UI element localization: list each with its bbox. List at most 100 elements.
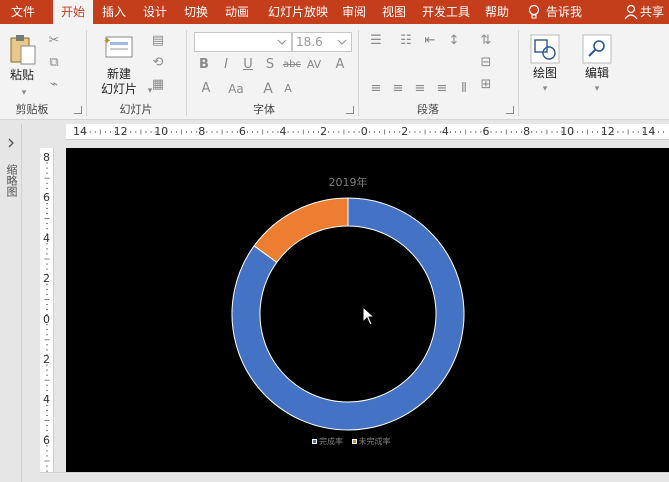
menu-animations[interactable]: 动画 — [219, 0, 255, 24]
copy-icon[interactable]: ⧉ — [44, 54, 64, 72]
change-case-icon[interactable]: Aa — [226, 80, 246, 98]
slide-canvas[interactable]: 2019年 完成率 未完成率 — [66, 148, 669, 482]
chevron-down-icon — [277, 39, 287, 45]
clipboard-launcher-icon[interactable] — [74, 106, 82, 114]
editing-dropdown-icon[interactable]: ▾ — [587, 80, 607, 98]
font-color-icon[interactable]: A — [196, 80, 216, 98]
drawing-shapes-icon[interactable] — [530, 34, 560, 64]
legend-swatch — [312, 439, 317, 444]
align-left-icon[interactable]: ≡ — [366, 80, 386, 98]
font-name-dropdown[interactable] — [194, 32, 292, 52]
new-slide-label-line1[interactable]: 新建 — [96, 67, 142, 82]
numbering-icon[interactable]: ☷ — [396, 32, 416, 50]
user-icon[interactable] — [624, 4, 638, 20]
ruler-label: 2 — [43, 272, 50, 286]
decrease-font-icon[interactable]: A — [278, 80, 298, 98]
cut-icon[interactable]: ✂ — [44, 32, 64, 50]
menu-help[interactable]: 帮助 — [480, 0, 514, 24]
text-direction-icon[interactable]: ⇅ — [476, 32, 496, 50]
paste-button[interactable]: 粘贴 — [4, 68, 40, 83]
font-launcher-icon[interactable] — [346, 106, 354, 114]
ruler-label: 6 — [238, 125, 246, 138]
lightbulb-icon[interactable] — [528, 4, 540, 20]
line-spacing-icon[interactable]: ↕ — [444, 32, 464, 50]
ruler-label: 4 — [279, 125, 287, 138]
ruler-label: 12 — [600, 125, 615, 138]
menu-developer[interactable]: 开发工具 — [418, 0, 474, 24]
ruler-label: 6 — [43, 191, 50, 205]
new-slide-label-line2[interactable]: 幻灯片 — [93, 82, 145, 97]
bullets-icon[interactable]: ☰ — [366, 32, 386, 50]
menu-slideshow[interactable]: 幻灯片放映 — [262, 0, 334, 24]
smartart-icon[interactable]: ⊞ — [476, 76, 496, 94]
clear-format-icon[interactable]: A — [330, 56, 350, 74]
menu-design[interactable]: 设计 — [137, 0, 173, 24]
legend-swatch — [351, 439, 357, 444]
decrease-indent-icon[interactable]: ⇤ — [420, 32, 440, 50]
menu-home[interactable]: 开始 — [53, 0, 93, 24]
paragraph-launcher-icon[interactable] — [506, 106, 514, 114]
ruler-label: 4 — [43, 393, 50, 407]
legend-label: 完成率 — [319, 437, 343, 446]
format-painter-icon[interactable]: ⌁ — [44, 76, 64, 94]
layout-icon[interactable]: ▤ — [148, 32, 168, 50]
group-divider — [518, 30, 519, 116]
section-icon[interactable]: ▦ — [148, 76, 168, 94]
menu-view[interactable]: 视图 — [378, 0, 410, 24]
editing-button[interactable]: 编辑 — [578, 66, 616, 81]
shadow-icon[interactable]: S — [260, 56, 280, 74]
horizontal-scrollbar[interactable] — [40, 472, 669, 482]
menu-file[interactable]: 文件 — [0, 0, 46, 24]
tell-me-search[interactable]: 告诉我 — [546, 0, 596, 24]
group-divider — [186, 30, 187, 116]
drawing-button[interactable]: 绘图 — [526, 66, 564, 81]
justify-icon[interactable]: ≡ — [432, 80, 452, 98]
char-spacing-icon[interactable]: AV — [304, 56, 324, 74]
columns-icon[interactable]: ⫴ — [454, 80, 474, 98]
legend-item: 完成率 — [312, 436, 343, 447]
bold-icon[interactable]: B — [194, 56, 214, 74]
underline-icon[interactable]: U — [238, 56, 258, 74]
reset-icon[interactable]: ⟲ — [148, 54, 168, 72]
legend-item: 未完成率 — [351, 436, 391, 447]
paste-dropdown-icon[interactable]: ▾ — [14, 84, 34, 102]
chevron-right-icon[interactable] — [6, 138, 16, 148]
vertical-ruler[interactable]: 864202468 — [40, 148, 54, 482]
menu-review[interactable]: 审阅 — [338, 0, 370, 24]
align-right-icon[interactable]: ≡ — [410, 80, 430, 98]
ruler-label: 2 — [401, 125, 409, 138]
ruler-label: 14 — [73, 125, 87, 138]
ruler-label: 2 — [43, 353, 50, 366]
increase-font-icon[interactable]: A — [258, 80, 278, 98]
ruler-label: 8 — [523, 125, 531, 138]
ruler-label: 4 — [43, 231, 50, 245]
paste-icon[interactable] — [8, 34, 38, 68]
share-button[interactable]: 共享 — [640, 0, 669, 24]
chart-legend[interactable]: 完成率 未完成率 — [312, 436, 397, 447]
ruler-label: 0 — [360, 125, 368, 138]
italic-icon[interactable]: I — [216, 56, 236, 74]
new-slide-icon[interactable]: ✦ — [102, 34, 136, 62]
font-group-label: 字体 — [253, 103, 275, 116]
horizontal-ruler[interactable]: 14121086420246810121416 — [66, 124, 669, 140]
ruler-label: 10 — [154, 125, 169, 138]
thumbnail-pane-label[interactable]: 缩略图 — [4, 164, 18, 197]
ruler-label: 10 — [560, 125, 575, 138]
drawing-dropdown-icon[interactable]: ▾ — [535, 80, 555, 98]
menu-transitions[interactable]: 切换 — [178, 0, 214, 24]
ruler-label: 2 — [320, 125, 328, 138]
align-center-icon[interactable]: ≡ — [388, 80, 408, 98]
strikethrough-icon[interactable]: abc — [282, 56, 302, 74]
align-text-icon[interactable]: ⊟ — [476, 54, 496, 72]
ruler-label: 8 — [198, 125, 206, 138]
legend-label: 未完成率 — [358, 437, 391, 446]
ribbon: 粘贴 ▾ ✂ ⧉ ⌁ 剪贴板 ✦ 新建 幻灯片 ▾ ▤ ⟲ ▦ 幻灯片 18.6 — [0, 24, 669, 120]
search-icon[interactable] — [582, 34, 612, 64]
donut-slice-1[interactable] — [253, 197, 349, 263]
font-size-dropdown[interactable]: 18.6 — [292, 32, 352, 52]
menu-insert[interactable]: 插入 — [96, 0, 132, 24]
ruler-label: 6 — [482, 125, 490, 138]
app-window: 文件 开始 插入 设计 切换 动画 幻灯片放映 审阅 视图 开发工具 帮助 告诉… — [0, 0, 669, 482]
ruler-label: 8 — [43, 151, 50, 164]
ruler-label: 4 — [441, 125, 449, 138]
